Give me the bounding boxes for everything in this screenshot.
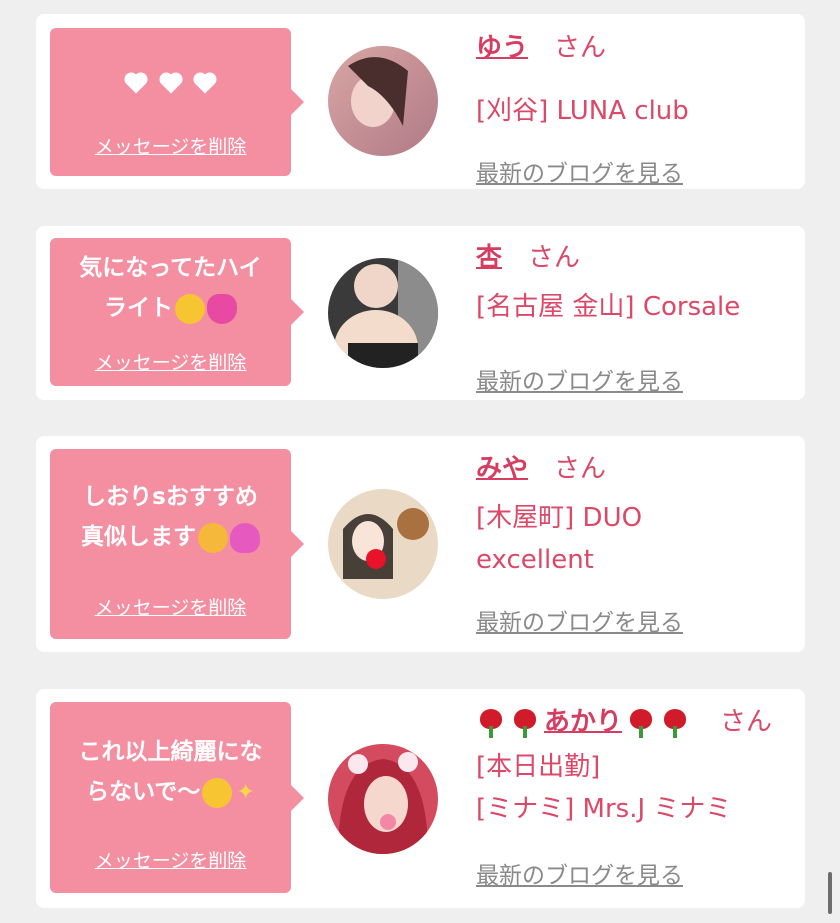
heart-icon xyxy=(160,74,181,94)
latest-blog-link[interactable]: 最新のブログを見る xyxy=(476,603,683,637)
sparkles-emoji: ✦ xyxy=(236,780,255,805)
message-bubble: これ以上綺麗にな らないで〜 ✦ メッセージを削除 xyxy=(50,702,304,893)
shop-name: [ミナミ] Mrs.J ミナミ xyxy=(476,794,732,824)
message-card-3: しおりsおすすめ 真似します メッセージを削除 みや さん [木屋町] DUO e… xyxy=(36,436,805,652)
rose-icon xyxy=(476,708,506,738)
heart-icon xyxy=(126,74,147,94)
honorific: さん xyxy=(554,454,607,484)
heart-icon xyxy=(230,522,260,553)
honorific: さん xyxy=(554,33,607,63)
honorific: さん xyxy=(528,243,581,273)
shop-name: [木屋町] DUO excellent xyxy=(476,503,643,575)
latest-blog-link[interactable]: 最新のブログを見る xyxy=(476,856,683,890)
smiling-emoji xyxy=(175,293,205,324)
latest-blog-link[interactable]: 最新のブログを見る xyxy=(476,362,683,396)
heart-eyes-emoji xyxy=(202,777,233,808)
heart-icon xyxy=(194,74,215,94)
honorific: さん xyxy=(720,707,773,737)
avatar[interactable] xyxy=(328,46,438,156)
rose-icon xyxy=(660,708,690,738)
shop-name: [刈谷] LUNA club xyxy=(476,96,689,126)
delete-message-link[interactable]: メッセージを削除 xyxy=(50,132,291,159)
avatar[interactable] xyxy=(328,258,438,368)
message-bubble: メッセージを削除 xyxy=(50,28,304,176)
delete-message-link[interactable]: メッセージを削除 xyxy=(50,348,291,375)
girl-name-link[interactable]: あかり xyxy=(476,707,694,738)
message-bubble: 気になってたハイ ライト メッセージを削除 xyxy=(50,238,304,386)
name-line: ゆう さん xyxy=(476,28,785,68)
message-card-2: 気になってたハイ ライト メッセージを削除 杏さん [名古屋 金山] Corsa… xyxy=(36,226,805,400)
latest-blog-link[interactable]: 最新のブログを見る xyxy=(476,154,683,188)
message-text xyxy=(58,66,283,106)
avatar[interactable] xyxy=(328,744,438,854)
message-bubble: しおりsおすすめ 真似します メッセージを削除 xyxy=(50,449,304,639)
message-text: これ以上綺麗にな らないで〜 ✦ xyxy=(58,732,283,813)
hearts-emoji xyxy=(207,293,237,324)
message-card-4: これ以上綺麗にな らないで〜 ✦ メッセージを削除 あかり さん [本日出勤] [ミ… xyxy=(36,689,805,908)
message-text: 気になってたハイ ライト xyxy=(58,248,283,328)
attendance-status: [本日出勤] xyxy=(476,752,601,782)
girl-name-link[interactable]: 杏 xyxy=(476,243,502,273)
delete-message-link[interactable]: メッセージを削除 xyxy=(50,593,291,620)
name-line: 杏さん xyxy=(476,238,785,278)
message-card-1: メッセージを削除 ゆう さん [刈谷] LUNA club 最新のブログを見る xyxy=(36,14,805,189)
rose-icon xyxy=(510,708,540,738)
shop-name: [名古屋 金山] Corsale xyxy=(476,292,741,322)
girl-name-link[interactable]: ゆう xyxy=(476,33,528,63)
message-text: しおりsおすすめ 真似します xyxy=(58,477,283,557)
rose-icon xyxy=(626,708,656,738)
name-line: あかり さん xyxy=(476,702,785,742)
name-line: みや さん xyxy=(476,449,785,489)
avatar[interactable] xyxy=(328,489,438,599)
party-face-emoji xyxy=(198,522,228,553)
scrollbar[interactable] xyxy=(828,872,832,914)
delete-message-link[interactable]: メッセージを削除 xyxy=(50,846,291,873)
girl-name-link[interactable]: みや xyxy=(476,454,528,484)
